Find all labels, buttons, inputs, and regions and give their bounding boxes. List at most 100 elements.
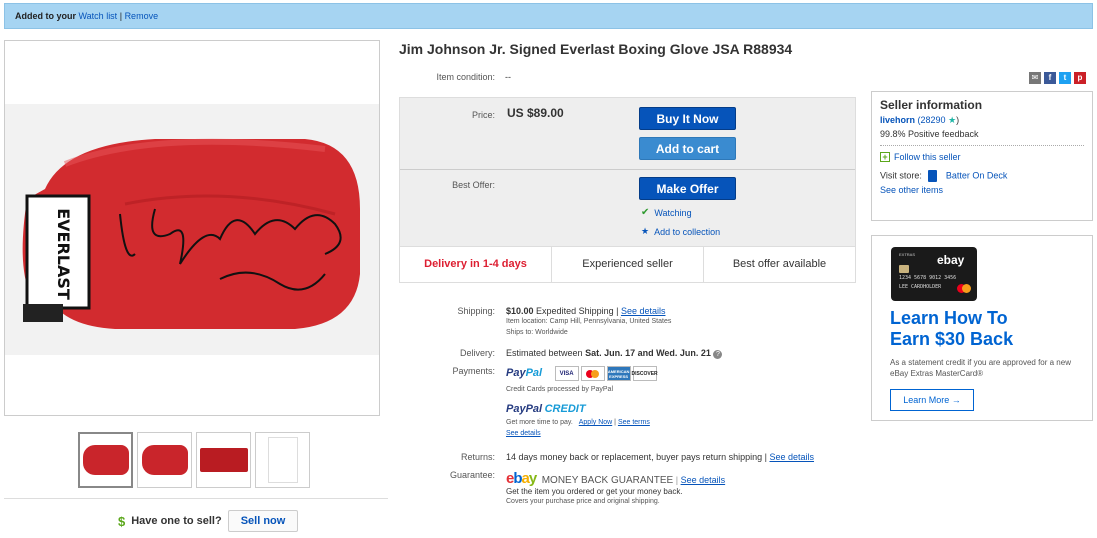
best-offer-label: Best Offer: (452, 180, 495, 190)
thumbnail-4-image (267, 437, 298, 483)
condition-value: -- (505, 72, 511, 82)
thumbnail-3-image (199, 448, 248, 472)
info-icon[interactable]: ? (713, 350, 723, 359)
guarantee-body: ebay MONEY BACK GUARANTEE | See details … (506, 470, 866, 507)
pinterest-icon[interactable]: p (1074, 72, 1086, 84)
guarantee-see-details-link[interactable]: See details (681, 475, 726, 485)
thumbnail-2-image (141, 445, 188, 475)
seller-score[interactable]: (28290 (918, 115, 946, 125)
remove-watch-link[interactable]: Remove (125, 11, 159, 21)
returns-see-details-link[interactable]: See details (769, 452, 814, 462)
returns-label: Returns: (460, 452, 495, 462)
condition-label: Item condition: (436, 72, 495, 82)
follow-seller-link[interactable]: Follow this seller (894, 152, 961, 162)
ad-headline: Learn How To Earn $30 Back (890, 308, 1014, 349)
visa-logo: VISA (554, 366, 579, 381)
everlast-label-text: EVERLAST (54, 208, 73, 300)
delivery-text: Estimated between (506, 348, 583, 358)
paypal-credit-logo: PayPal CREDIT (506, 403, 586, 415)
ebay-logo: ebay (506, 470, 537, 487)
payments-see-details-link[interactable]: See details (506, 430, 541, 437)
add-to-cart-button[interactable]: Add to cart (639, 137, 736, 160)
email-icon[interactable]: ✉ (1029, 72, 1041, 84)
seller-feedback: 99.8% Positive feedback (880, 129, 979, 139)
watching-label: Watching (654, 207, 692, 218)
sell-question: Have one to sell? (131, 515, 222, 527)
check-icon: ✔ (641, 207, 650, 218)
price-value: US $89.00 (507, 106, 564, 120)
thumbnail-1-image (82, 445, 129, 475)
watchlist-added-text: Added to your (15, 11, 76, 21)
thumbnail-4[interactable] (255, 432, 310, 488)
teal-star-icon: ★ (948, 115, 957, 125)
watchbar-separator: | (119, 11, 123, 21)
ad-body: As a statement credit if you are approve… (890, 358, 1071, 378)
see-terms-link[interactable]: See terms (618, 419, 650, 426)
store-name-link[interactable]: Batter On Deck (946, 170, 1008, 180)
thumbnail-strip (78, 432, 310, 488)
main-product-image[interactable]: EVERLAST (5, 104, 379, 355)
credit-cards-processed: Credit Cards processed by PayPal (506, 386, 613, 393)
amex-logo: AMERICAN EXPRESS (606, 366, 631, 381)
guarantee-line1: Get the item you ordered or get your mon… (506, 487, 683, 496)
star-icon: ★ (641, 226, 650, 236)
guarantee-line2: Covers your purchase price and original … (506, 498, 660, 505)
card-number: 1234 5678 9012 3456 (899, 275, 957, 281)
see-other-items-link[interactable]: See other items (880, 185, 943, 195)
card-chip-icon (899, 265, 909, 273)
add-collection-label: Add to collection (654, 226, 721, 237)
buy-box-divider (400, 169, 855, 170)
make-offer-button[interactable]: Make Offer (639, 177, 736, 200)
shipping-cost: $10.00 (506, 306, 534, 316)
dollar-icon: $ (118, 513, 126, 529)
plus-icon: + (880, 152, 890, 162)
delivery-label: Delivery: (459, 348, 495, 358)
visit-store-label: Visit store: (880, 170, 922, 181)
watchlist-notification-bar: Added to your Watch list | Remove (4, 3, 1093, 29)
card-mastercard-icon (957, 284, 971, 296)
facebook-icon[interactable]: f (1044, 72, 1056, 84)
ships-to: Ships to: Worldwide (506, 329, 568, 336)
mastercard-logo (580, 366, 605, 381)
main-image-container[interactable]: EVERLAST (4, 40, 380, 416)
add-to-collection-link[interactable]: ★ Add to collection (641, 226, 720, 237)
follow-seller-row[interactable]: + Follow this seller (880, 152, 1084, 162)
buy-it-now-button[interactable]: Buy It Now (639, 107, 736, 130)
thumbnail-2[interactable] (137, 432, 192, 488)
share-icons: ✉ f t p (1029, 72, 1086, 84)
apply-now-link[interactable]: Apply Now (579, 419, 612, 426)
price-label: Price: (471, 110, 495, 120)
seller-name-row: livehorn (28290 ★) (880, 115, 960, 125)
guarantee-label: Guarantee: (449, 470, 495, 480)
seller-info-heading: Seller information (880, 98, 983, 112)
paypal-logo: PayPal (506, 366, 543, 379)
card-holder: LEE CARDHOLDER (899, 284, 942, 290)
shipping-method: Expedited Shipping (536, 306, 614, 316)
other-items-row: See other items (880, 185, 1084, 195)
thumbnail-3[interactable] (196, 432, 251, 488)
payments-body: PayPal VISA AMERICAN EXPRESS DISCOVER Cr… (506, 366, 866, 439)
credit-card-image: EXTRAS ebay 1234 5678 9012 3456 LEE CARD… (891, 247, 977, 301)
returns-body: 14 days money back or replacement, buyer… (506, 452, 815, 462)
delivery-body: Estimated between Sat. Jun. 17 and Wed. … (506, 348, 866, 359)
sell-now-button[interactable]: Sell now (227, 510, 299, 532)
badge-row: Delivery in 1-4 days Experienced seller … (400, 246, 855, 282)
twitter-icon[interactable]: t (1059, 72, 1071, 84)
store-icon (928, 170, 938, 182)
buy-box: Price: US $89.00 Buy It Now Add to cart … (399, 97, 856, 283)
watching-link[interactable]: ✔ Watching (641, 207, 692, 218)
discover-logo: DISCOVER (632, 366, 658, 381)
thumbnail-1[interactable] (78, 432, 133, 488)
sell-bar: $ Have one to sell? Sell now (118, 510, 299, 532)
card-extras-label: EXTRAS (899, 252, 916, 257)
ebay-mastercard-ad[interactable]: EXTRAS ebay 1234 5678 9012 3456 LEE CARD… (871, 235, 1093, 421)
card-logos: VISA AMERICAN EXPRESS DISCOVER (554, 366, 658, 381)
seller-name-link[interactable]: livehorn (880, 115, 915, 125)
watch-list-link[interactable]: Watch list (79, 11, 118, 21)
shipping-see-details-link[interactable]: See details (621, 306, 666, 316)
divider (4, 498, 388, 499)
boxing-glove-image: EVERLAST (5, 104, 379, 355)
item-location: Item location: Camp Hill, Pennsylvania, … (506, 318, 672, 325)
learn-more-button[interactable]: Learn More → (890, 389, 974, 411)
card-ebay-logo: ebay (937, 253, 965, 267)
